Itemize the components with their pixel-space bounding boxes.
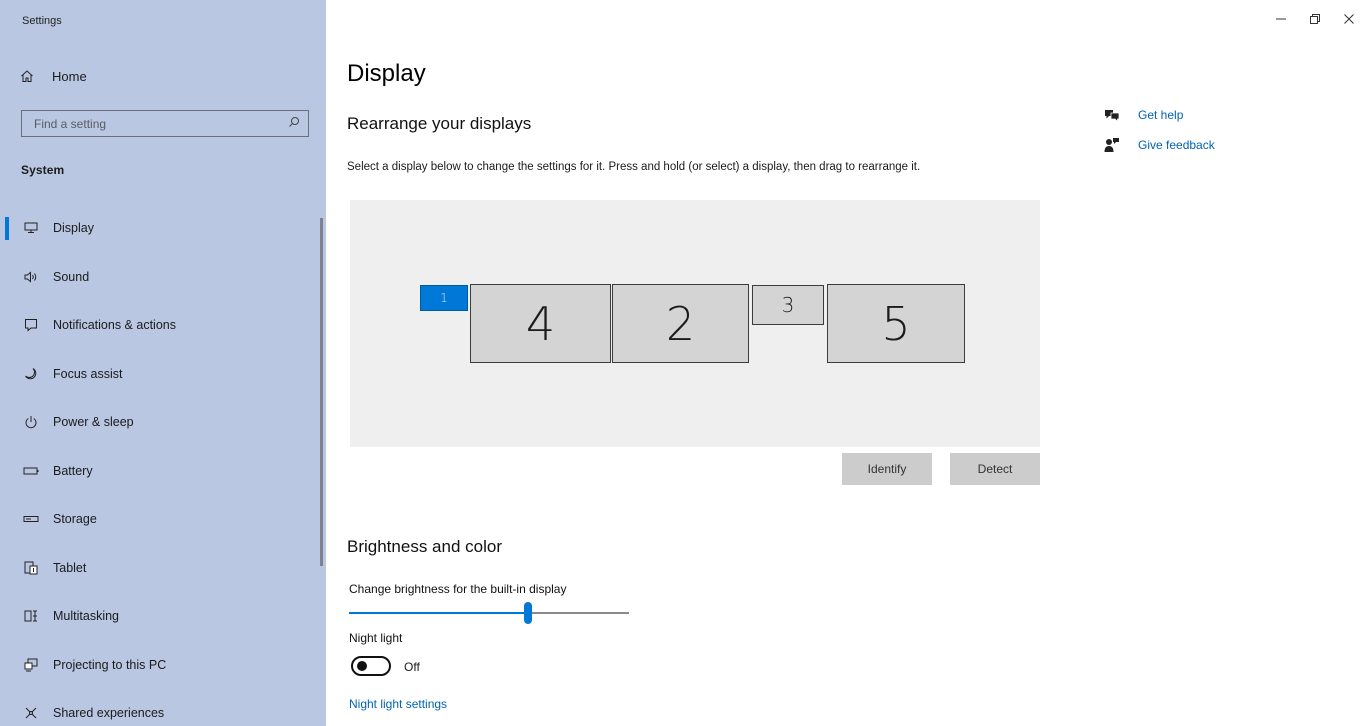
multitasking-icon (22, 608, 40, 624)
active-indicator (5, 217, 9, 240)
display-arrangement-area[interactable]: 1 4 2 3 5 (350, 200, 1040, 447)
give-feedback-label: Give feedback (1138, 138, 1215, 152)
feedback-icon (1104, 137, 1120, 153)
sidebar-item-display[interactable]: Display (0, 204, 320, 253)
search-box[interactable] (21, 110, 309, 137)
detect-button[interactable]: Detect (950, 453, 1040, 485)
sidebar: Settings Home System Display Sound (0, 0, 326, 726)
monitor-1[interactable]: 1 (420, 285, 468, 311)
night-light-state: Off (404, 660, 420, 674)
night-light-toggle[interactable] (351, 656, 391, 676)
sidebar-item-label: Notifications & actions (53, 318, 176, 333)
sidebar-item-sound[interactable]: Sound (0, 253, 320, 302)
projecting-icon (22, 657, 40, 673)
monitor-4[interactable]: 4 (470, 284, 611, 363)
monitor-3[interactable]: 3 (752, 285, 824, 325)
get-help-icon (1104, 107, 1120, 123)
minimize-button[interactable] (1266, 8, 1296, 30)
get-help-link[interactable]: Get help (1104, 107, 1183, 123)
search-input[interactable] (34, 116, 274, 131)
sidebar-item-label: Sound (53, 269, 90, 284)
tablet-icon (22, 560, 40, 576)
sidebar-item-label: Power & sleep (53, 415, 134, 430)
minimize-icon (1276, 18, 1286, 20)
night-light-settings-link[interactable]: Night light settings (349, 697, 447, 711)
monitor-2[interactable]: 2 (612, 284, 749, 363)
night-light-label: Night light (349, 631, 403, 645)
sidebar-item-battery[interactable]: Battery (0, 447, 320, 496)
restore-icon (1310, 14, 1320, 24)
moon-icon (22, 366, 40, 382)
power-icon (22, 414, 40, 430)
page-title: Display (347, 60, 426, 87)
home-icon (20, 68, 42, 84)
sidebar-item-label: Battery (53, 463, 93, 478)
restore-button[interactable] (1300, 8, 1330, 30)
section-title: System (21, 163, 65, 177)
sidebar-nav: Display Sound Notifications & actions Fo… (0, 204, 320, 726)
brightness-slider-label: Change brightness for the built-in displ… (349, 582, 567, 596)
notification-icon (22, 317, 40, 333)
sidebar-item-shared-experiences[interactable]: Shared experiences (0, 689, 320, 726)
sidebar-item-label: Projecting to this PC (53, 657, 167, 672)
slider-thumb[interactable] (524, 602, 532, 624)
sidebar-item-projecting[interactable]: Projecting to this PC (0, 641, 320, 690)
close-icon (1344, 14, 1354, 24)
give-feedback-link[interactable]: Give feedback (1104, 137, 1215, 153)
toggle-knob (357, 661, 367, 671)
rearrange-heading: Rearrange your displays (347, 114, 532, 133)
monitor-icon (22, 220, 40, 236)
identify-button[interactable]: Identify (842, 453, 932, 485)
sidebar-scrollbar[interactable] (320, 218, 323, 566)
get-help-label: Get help (1138, 108, 1184, 122)
search-icon[interactable] (288, 115, 300, 133)
brightness-heading: Brightness and color (347, 537, 502, 556)
slider-fill (349, 612, 528, 614)
sidebar-item-tablet[interactable]: Tablet (0, 544, 320, 593)
sidebar-item-label: Multitasking (53, 609, 119, 624)
sidebar-item-power-sleep[interactable]: Power & sleep (0, 398, 320, 447)
sidebar-item-notifications[interactable]: Notifications & actions (0, 301, 320, 350)
shared-experiences-icon (22, 705, 40, 721)
rearrange-description: Select a display below to change the set… (347, 161, 921, 173)
sidebar-item-label: Storage (53, 512, 97, 527)
sidebar-item-multitasking[interactable]: Multitasking (0, 592, 320, 641)
home-label: Home (52, 68, 87, 84)
battery-icon (22, 463, 40, 479)
sidebar-item-storage[interactable]: Storage (0, 495, 320, 544)
monitor-5[interactable]: 5 (827, 284, 965, 363)
app-title: Settings (22, 15, 62, 27)
sidebar-item-home[interactable]: Home (20, 64, 310, 88)
storage-icon (22, 511, 40, 527)
sidebar-item-label: Display (53, 221, 94, 236)
sidebar-item-focus-assist[interactable]: Focus assist (0, 350, 320, 399)
brightness-slider[interactable] (349, 602, 629, 624)
close-button[interactable] (1334, 8, 1364, 30)
sidebar-item-label: Shared experiences (53, 706, 165, 721)
speaker-icon (22, 269, 40, 285)
sidebar-item-label: Tablet (53, 560, 87, 575)
sidebar-item-label: Focus assist (53, 366, 123, 381)
